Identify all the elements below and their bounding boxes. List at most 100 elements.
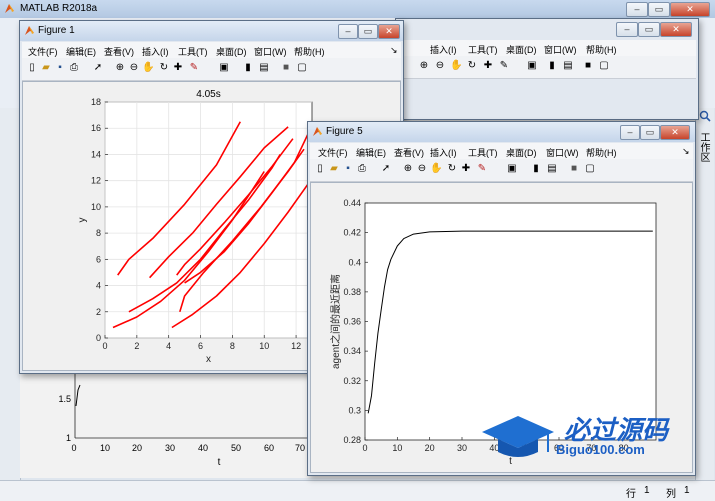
- open-icon[interactable]: ▰: [40, 62, 52, 74]
- rotate-icon[interactable]: ↻: [158, 62, 170, 74]
- show-plot-tools-icon[interactable]: ▢: [598, 60, 610, 72]
- hidden-figure-toolbar: ⊕ ⊖ ✋ ↻ ✚ ✎ ▣ ▮ ▤ ■ ▢: [398, 56, 696, 79]
- brush-icon[interactable]: ✎: [476, 163, 488, 175]
- rotate-icon[interactable]: ↻: [466, 60, 478, 72]
- figure-1-title: Figure 1: [38, 25, 75, 36]
- y-tick-label: 2: [96, 307, 101, 317]
- legend-icon[interactable]: ▤: [258, 62, 270, 74]
- show-plot-tools-icon[interactable]: ▢: [296, 62, 308, 74]
- pan-icon[interactable]: ✋: [142, 62, 154, 74]
- menu-desktop[interactable]: 桌面(D): [506, 146, 537, 159]
- menu-help[interactable]: 帮助(H): [294, 45, 325, 58]
- menu-item[interactable]: 窗口(W): [544, 43, 577, 56]
- menu-insert[interactable]: 插入(I): [142, 45, 169, 58]
- menu-item[interactable]: 工具(T): [468, 43, 498, 56]
- print-icon[interactable]: ⎙: [356, 163, 368, 175]
- menu-edit[interactable]: 编辑(E): [356, 146, 386, 159]
- menu-window[interactable]: 窗口(W): [546, 146, 579, 159]
- rotate-icon[interactable]: ↻: [446, 163, 458, 175]
- zoom-out-icon[interactable]: ⊖: [434, 60, 446, 72]
- workspace-tab-label[interactable]: 工作区: [698, 132, 711, 162]
- zoom-in-icon[interactable]: ⊕: [418, 60, 430, 72]
- figure-5-maximize-button[interactable]: ▭: [640, 125, 660, 140]
- zoom-out-icon[interactable]: ⊖: [416, 163, 428, 175]
- x-tick-label: 0: [102, 341, 107, 351]
- menu-item[interactable]: 帮助(H): [586, 43, 617, 56]
- row-label: 行: [626, 489, 636, 500]
- data-cursor-icon[interactable]: ✚: [460, 163, 472, 175]
- main-close-button[interactable]: ✕: [670, 2, 710, 17]
- legend-icon[interactable]: ▤: [546, 163, 558, 175]
- figure-5-title-bar: Figure 5 – ▭ ✕: [308, 122, 695, 142]
- menu-window[interactable]: 窗口(W): [254, 45, 287, 58]
- brush-icon[interactable]: ✎: [188, 62, 200, 74]
- hide-icon[interactable]: ■: [280, 62, 292, 74]
- legend-icon[interactable]: ▤: [562, 60, 574, 72]
- chart-title: 4.05s: [196, 89, 220, 100]
- y-tick-label: 0.44: [343, 198, 361, 208]
- menu-tools[interactable]: 工具(T): [178, 45, 208, 58]
- figure-1-minimize-button[interactable]: –: [338, 24, 358, 39]
- menu-view[interactable]: 查看(V): [104, 45, 134, 58]
- y-tick-label: 0.38: [343, 287, 361, 297]
- figure-1-close-button[interactable]: ✕: [378, 24, 400, 39]
- link-icon[interactable]: ▣: [526, 60, 538, 72]
- data-cursor-icon[interactable]: ✚: [482, 60, 494, 72]
- menu-file[interactable]: 文件(F): [318, 146, 348, 159]
- menu-desktop[interactable]: 桌面(D): [216, 45, 247, 58]
- colorbar-icon[interactable]: ▮: [530, 163, 542, 175]
- hidden-figure-minimize-button[interactable]: –: [616, 22, 638, 37]
- figure-5-toolbar: ▯ ▰ ▪ ⎙ ➚ ⊕ ⊖ ✋ ↻ ✚ ✎ ▣ ▮ ▤ ■ ▢: [310, 159, 693, 182]
- menubar-dock-icon[interactable]: ↘: [682, 146, 690, 157]
- x-tick-label: 20: [425, 443, 435, 453]
- link-icon[interactable]: ▣: [506, 163, 518, 175]
- menu-view[interactable]: 查看(V): [394, 146, 424, 159]
- pointer-icon[interactable]: ➚: [92, 62, 104, 74]
- open-icon[interactable]: ▰: [328, 163, 340, 175]
- figure-5-close-button[interactable]: ✕: [660, 125, 690, 140]
- figure-5-minimize-button[interactable]: –: [620, 125, 640, 140]
- zoom-out-icon[interactable]: ⊖: [128, 62, 140, 74]
- colorbar-icon[interactable]: ▮: [546, 60, 558, 72]
- workspace-side-panel: 工作区: [695, 108, 714, 480]
- bg-xlabel: t: [218, 457, 221, 468]
- menu-help[interactable]: 帮助(H): [586, 146, 617, 159]
- hidden-figure-close-button[interactable]: ✕: [660, 22, 692, 37]
- print-icon[interactable]: ⎙: [68, 62, 80, 74]
- search-icon[interactable]: [699, 110, 711, 122]
- save-icon[interactable]: ▪: [54, 62, 66, 74]
- pointer-icon[interactable]: ➚: [380, 163, 392, 175]
- new-file-icon[interactable]: ▯: [26, 62, 38, 74]
- menu-item[interactable]: 桌面(D): [506, 43, 537, 56]
- hide-icon[interactable]: ■: [582, 60, 594, 72]
- save-icon[interactable]: ▪: [342, 163, 354, 175]
- zoom-in-icon[interactable]: ⊕: [114, 62, 126, 74]
- pan-icon[interactable]: ✋: [430, 163, 442, 175]
- brush-icon[interactable]: ✎: [498, 60, 510, 72]
- watermark-logo: 必过源码 Biguo100.com: [480, 408, 690, 468]
- menu-insert[interactable]: 插入(I): [430, 146, 457, 159]
- x-tick-label: 12: [291, 341, 301, 351]
- menu-edit[interactable]: 编辑(E): [66, 45, 96, 58]
- hide-icon[interactable]: ■: [568, 163, 580, 175]
- figure-1-maximize-button[interactable]: ▭: [358, 24, 378, 39]
- show-plot-tools-icon[interactable]: ▢: [584, 163, 596, 175]
- menubar-dock-icon[interactable]: ↘: [390, 45, 398, 56]
- new-file-icon[interactable]: ▯: [314, 163, 326, 175]
- colorbar-icon[interactable]: ▮: [242, 62, 254, 74]
- menu-file[interactable]: 文件(F): [28, 45, 58, 58]
- hidden-figure-menubar: 插入(I) 工具(T) 桌面(D) 窗口(W) 帮助(H): [398, 40, 696, 56]
- main-maximize-button[interactable]: ▭: [648, 2, 670, 17]
- menu-tools[interactable]: 工具(T): [468, 146, 498, 159]
- bg-xtick: 20: [132, 443, 142, 453]
- zoom-in-icon[interactable]: ⊕: [402, 163, 414, 175]
- matlab-logo-icon: [312, 126, 323, 137]
- x-tick-label: 6: [198, 341, 203, 351]
- menu-item[interactable]: 插入(I): [430, 43, 457, 56]
- main-minimize-button[interactable]: –: [626, 2, 648, 17]
- hidden-figure-maximize-button[interactable]: ▭: [638, 22, 660, 37]
- link-icon[interactable]: ▣: [218, 62, 230, 74]
- col-value: 1: [684, 485, 690, 496]
- pan-icon[interactable]: ✋: [450, 60, 462, 72]
- data-cursor-icon[interactable]: ✚: [172, 62, 184, 74]
